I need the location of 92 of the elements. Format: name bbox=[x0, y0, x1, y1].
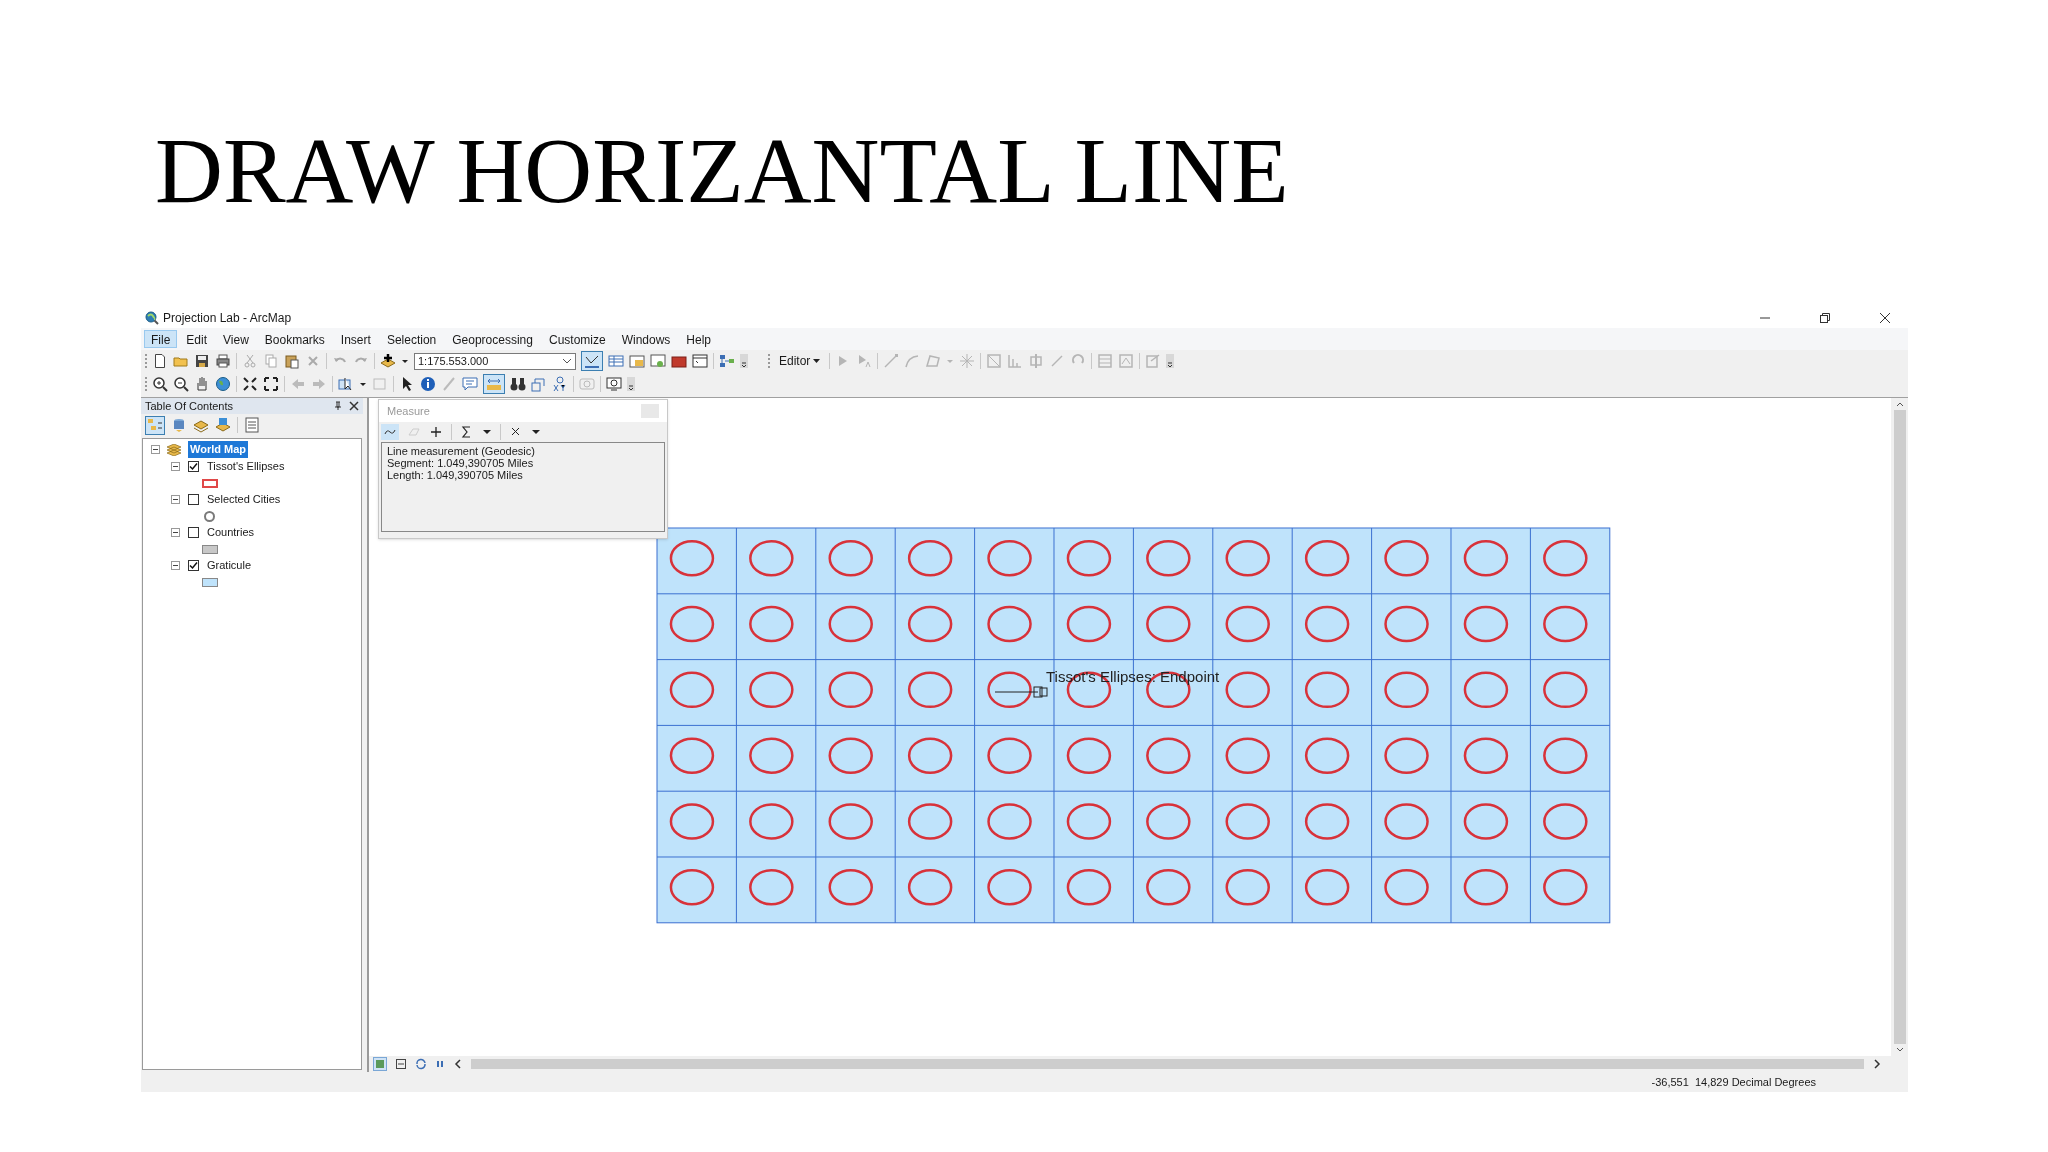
pin-icon[interactable] bbox=[333, 401, 343, 411]
list-by-drawing-order-button[interactable] bbox=[145, 415, 165, 435]
toolbox-icon[interactable] bbox=[671, 353, 687, 369]
dropdown-arrow-icon[interactable] bbox=[531, 427, 541, 437]
toolbar-options-icon[interactable] bbox=[740, 354, 748, 368]
globe-icon[interactable] bbox=[215, 375, 231, 392]
status-coordinates: -36,551 14,829 Decimal Degrees bbox=[1651, 1074, 1816, 1090]
squiggle-line-icon bbox=[384, 428, 396, 436]
toolbar-options-icon[interactable] bbox=[1166, 354, 1175, 368]
layers-icon bbox=[166, 443, 182, 456]
time-slider-icon[interactable] bbox=[579, 375, 595, 392]
menu-item[interactable]: Bookmarks bbox=[257, 330, 332, 348]
measure-line bbox=[994, 684, 1048, 700]
menu-item[interactable]: Selection bbox=[379, 330, 444, 348]
collapse-icon[interactable] bbox=[171, 495, 180, 504]
menu-item[interactable]: Customize bbox=[541, 330, 613, 348]
find-route-icon[interactable] bbox=[531, 375, 547, 392]
pause-icon[interactable] bbox=[435, 1059, 445, 1069]
window-title: Measure bbox=[387, 403, 431, 419]
go-to-xy-icon[interactable] bbox=[552, 375, 568, 392]
layer-name[interactable]: Selected Cities bbox=[207, 491, 281, 508]
list-by-selection-icon[interactable] bbox=[215, 417, 231, 433]
add-data-icon[interactable] bbox=[380, 353, 396, 369]
find-binoculars-icon[interactable] bbox=[510, 375, 526, 392]
zoom-in-fixed-icon[interactable] bbox=[242, 375, 258, 392]
menu-item[interactable]: Insert bbox=[333, 330, 378, 348]
checkbox[interactable] bbox=[188, 461, 199, 472]
scroll-left-icon[interactable] bbox=[453, 1058, 463, 1070]
panel-title: Table Of Contents bbox=[145, 398, 235, 414]
save-icon[interactable] bbox=[194, 353, 210, 369]
collapse-icon[interactable] bbox=[171, 462, 180, 471]
checkbox[interactable] bbox=[188, 494, 199, 505]
layout-view-icon[interactable] bbox=[373, 1057, 387, 1071]
collapse-icon[interactable] bbox=[171, 561, 180, 570]
measure-feature-icon[interactable] bbox=[429, 425, 443, 439]
data-view-icon[interactable] bbox=[395, 1058, 407, 1070]
zoom-out-icon[interactable] bbox=[173, 375, 189, 392]
checkbox[interactable] bbox=[188, 560, 199, 571]
print-icon[interactable] bbox=[215, 353, 231, 369]
collapse-icon[interactable] bbox=[171, 528, 180, 537]
catalog-icon[interactable] bbox=[629, 353, 645, 369]
menu-item[interactable]: View bbox=[216, 330, 256, 348]
ruler-icon bbox=[486, 376, 502, 391]
measure-tool-button[interactable] bbox=[483, 373, 505, 394]
refresh-icon[interactable] bbox=[415, 1058, 427, 1070]
menu-item[interactable]: File bbox=[144, 330, 178, 348]
menu-item[interactable]: Windows bbox=[614, 330, 678, 348]
horizontal-scrollbar[interactable] bbox=[471, 1059, 1864, 1069]
globe-search-icon bbox=[145, 311, 159, 325]
list-by-source-icon[interactable] bbox=[171, 417, 187, 433]
attribute-table-icon[interactable] bbox=[608, 353, 624, 369]
options-icon[interactable] bbox=[244, 417, 260, 433]
model-builder-icon[interactable] bbox=[719, 353, 735, 369]
slide-title: DRAW HORIZANTAL LINE bbox=[155, 120, 1289, 220]
layer-order-icon bbox=[147, 418, 163, 432]
checkbox[interactable] bbox=[188, 527, 199, 538]
measure-line-button[interactable] bbox=[381, 424, 399, 440]
close-icon[interactable] bbox=[349, 401, 359, 411]
toolbar-options-icon[interactable] bbox=[627, 376, 635, 391]
data-frame-label[interactable]: World Map bbox=[188, 441, 248, 458]
zoom-out-fixed-icon[interactable] bbox=[263, 375, 279, 392]
pan-hand-icon[interactable] bbox=[194, 375, 210, 392]
editor-menu[interactable]: Editor bbox=[775, 352, 825, 370]
caret-icon bbox=[813, 358, 821, 364]
paste-icon[interactable] bbox=[284, 353, 300, 369]
html-popup-icon[interactable] bbox=[462, 375, 478, 392]
close-icon[interactable] bbox=[1878, 311, 1892, 325]
new-document-icon[interactable] bbox=[152, 353, 168, 369]
python-window-icon[interactable] bbox=[692, 353, 708, 369]
select-features-icon[interactable] bbox=[338, 375, 354, 392]
menu-item[interactable]: Geoprocessing bbox=[445, 330, 540, 348]
result-text: Length: 1.049,390705 Miles bbox=[387, 469, 524, 481]
collapse-icon[interactable] bbox=[151, 445, 160, 454]
scroll-right-icon[interactable] bbox=[1872, 1058, 1882, 1070]
result-text: Line measurement (Geodesic) bbox=[387, 445, 536, 457]
sketch-line-icon bbox=[584, 353, 600, 369]
scale-field[interactable]: 1:175.553.000 bbox=[414, 352, 576, 370]
restore-icon[interactable] bbox=[1818, 311, 1832, 325]
menu-item[interactable]: Help bbox=[679, 330, 719, 348]
identify-icon[interactable] bbox=[420, 375, 436, 392]
editor-toolbar-button[interactable] bbox=[581, 351, 603, 371]
search-window-icon[interactable] bbox=[650, 353, 666, 369]
menu-item[interactable]: Edit bbox=[179, 330, 215, 348]
layer-name[interactable]: Tissot's Ellipses bbox=[207, 458, 285, 475]
zoom-in-icon[interactable] bbox=[152, 375, 168, 392]
window-title: Projection Lab - ArcMap bbox=[163, 310, 292, 327]
create-viewer-icon[interactable] bbox=[606, 375, 622, 392]
dropdown-arrow-icon[interactable] bbox=[482, 427, 492, 437]
result-text: Segment: 1.049,390705 Miles bbox=[387, 457, 535, 469]
layer-name[interactable]: Countries bbox=[207, 524, 255, 541]
dropdown-arrow-icon[interactable] bbox=[401, 357, 409, 365]
layer-name[interactable]: Graticule bbox=[207, 557, 252, 574]
